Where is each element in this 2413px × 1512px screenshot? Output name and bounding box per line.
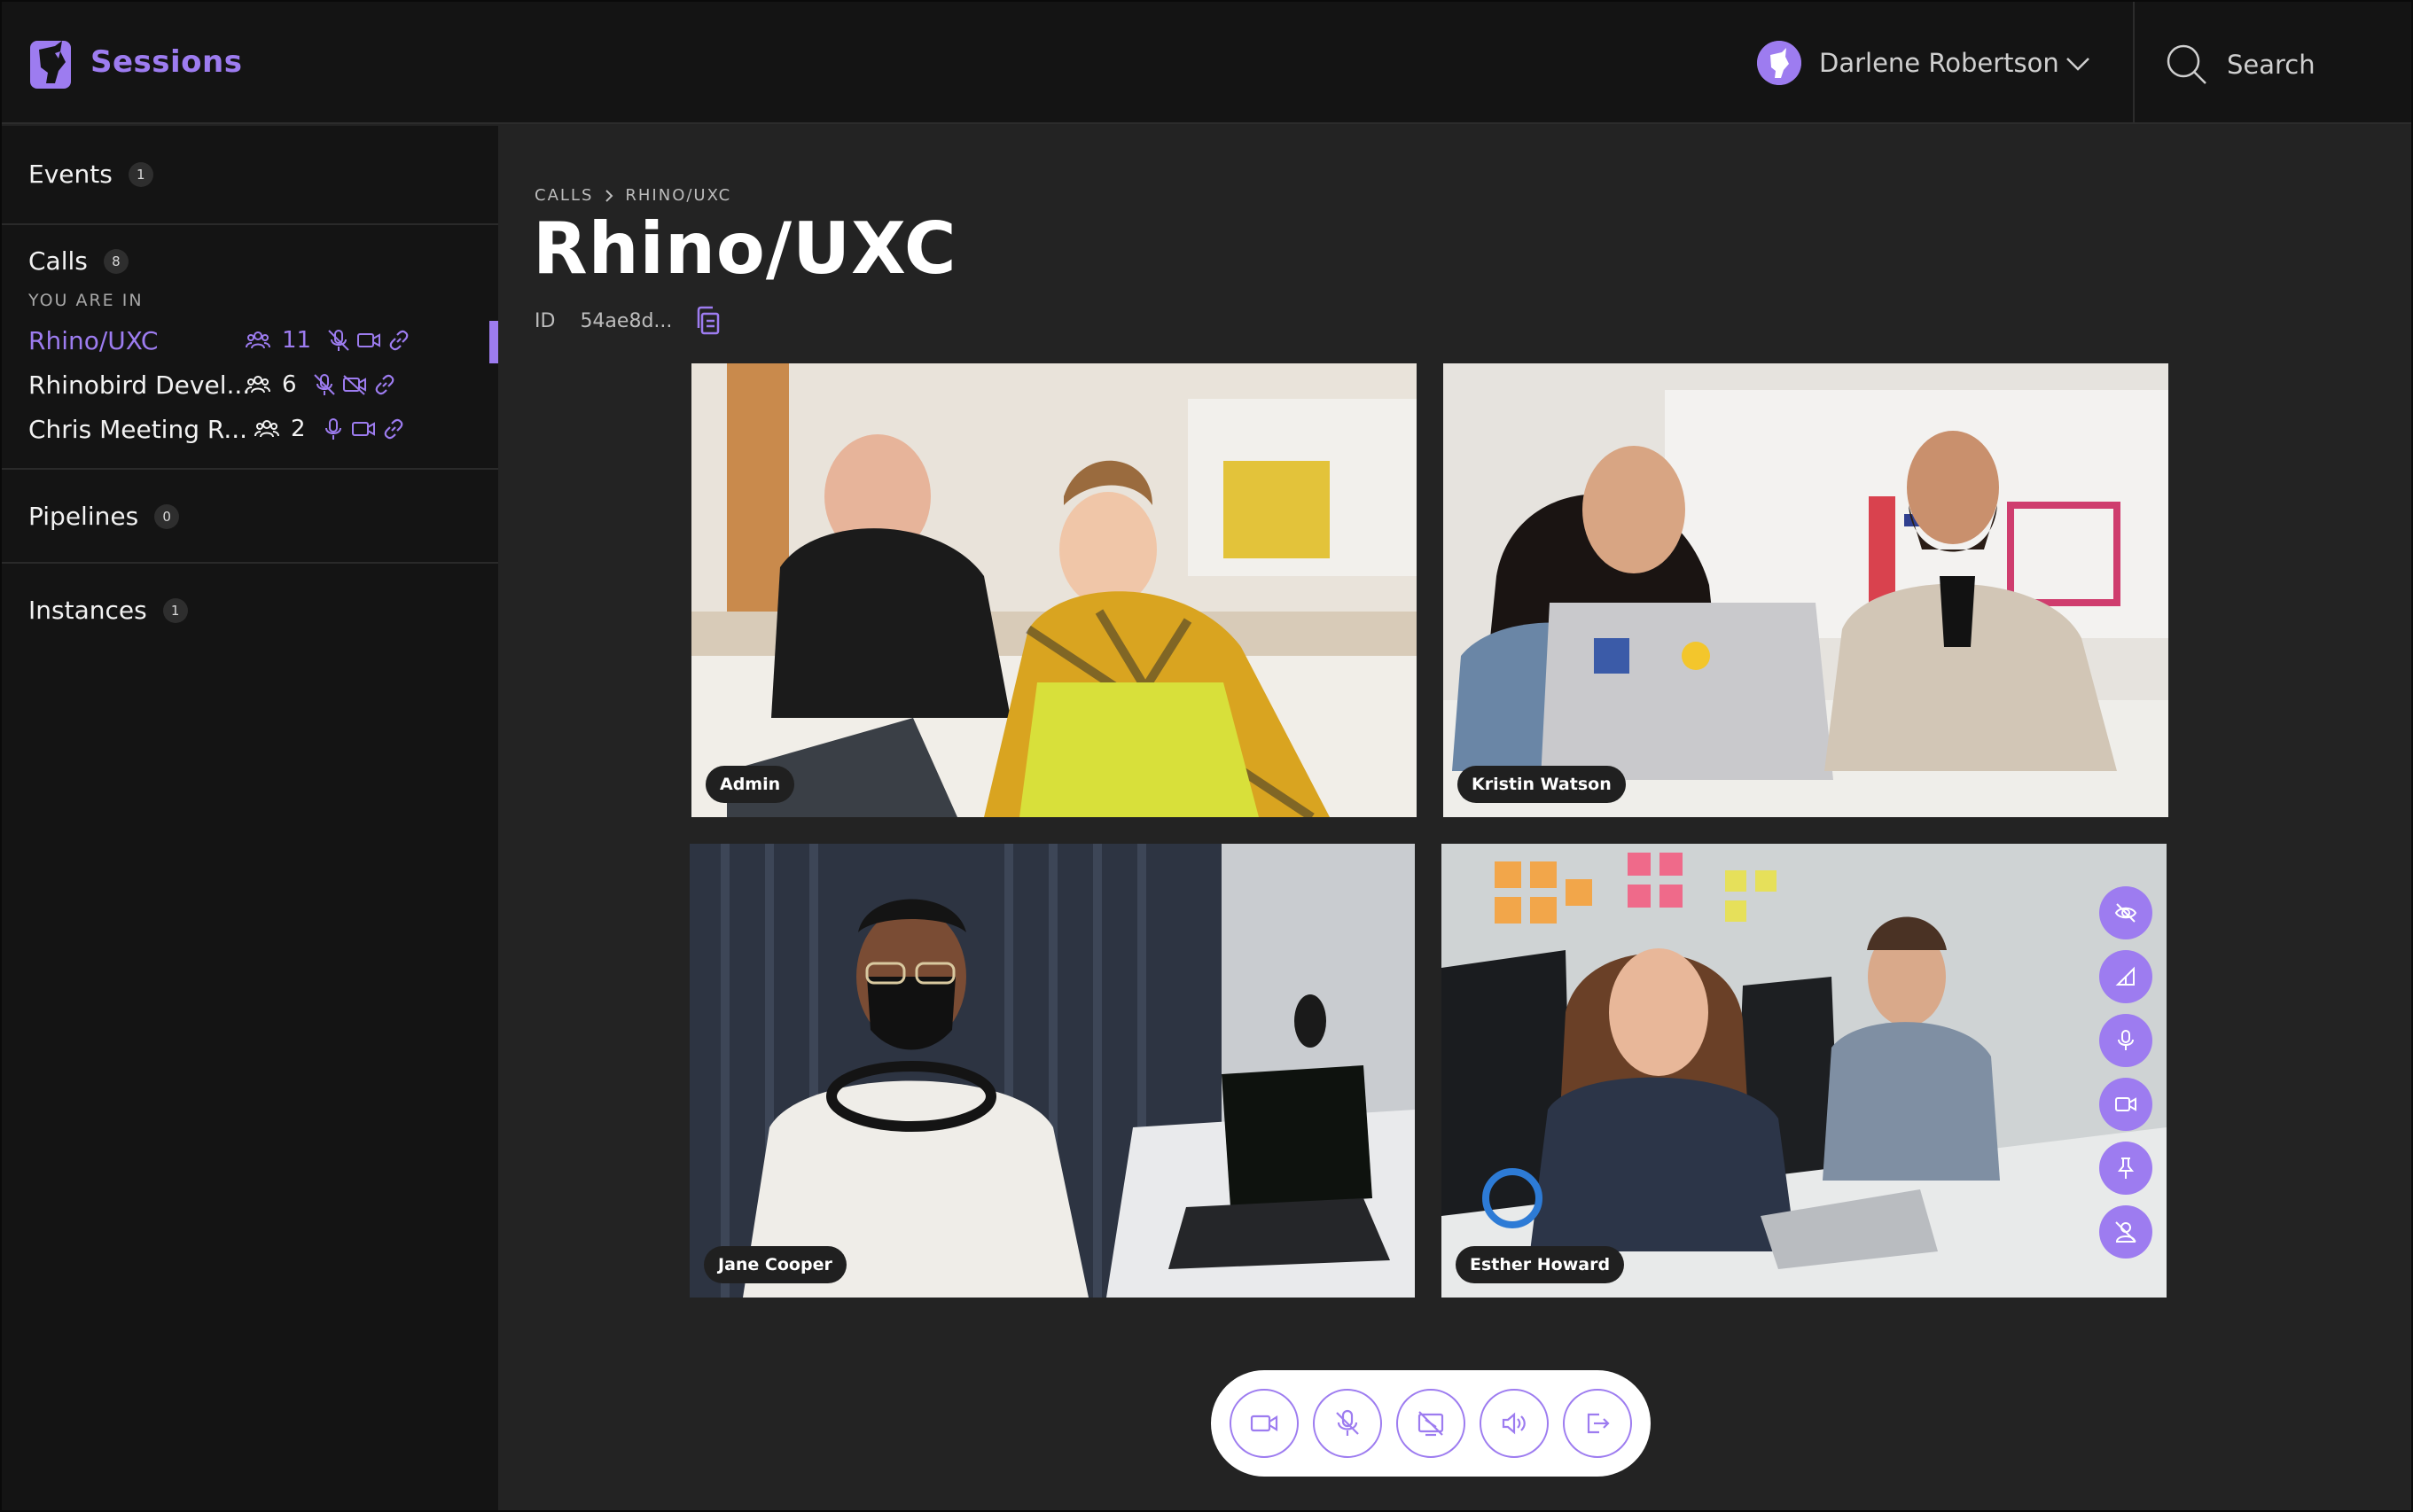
breadcrumb-current: RHINO/UXC bbox=[625, 186, 732, 205]
call-status-icons: 6 bbox=[243, 369, 400, 401]
rhino-logo-icon[interactable] bbox=[28, 37, 74, 90]
eye-off-icon bbox=[2114, 903, 2137, 923]
video-feed bbox=[1443, 363, 2168, 817]
sidebar-item-calls[interactable]: Calls 8 bbox=[28, 246, 129, 276]
mic-icon bbox=[2118, 1030, 2134, 1050]
count-badge: 0 bbox=[154, 503, 180, 529]
link-icon[interactable] bbox=[370, 370, 400, 400]
sidebar-item-pipelines[interactable]: Pipelines 0 bbox=[28, 502, 180, 531]
participant-count: 6 bbox=[282, 371, 297, 398]
call-status-icons: 2 bbox=[252, 413, 409, 445]
participants-icon bbox=[243, 325, 273, 355]
video-feed bbox=[690, 844, 1415, 1298]
sidebar-item-events[interactable]: Events 1 bbox=[28, 160, 153, 189]
app-window: Sessions Darlene Robertson Events 1 bbox=[2, 2, 2411, 1510]
participant-name: Jane Cooper bbox=[704, 1246, 847, 1283]
sidebar-section-events: Events 1 bbox=[2, 126, 498, 225]
brand-title[interactable]: Sessions bbox=[90, 44, 242, 80]
user-avatar[interactable] bbox=[1757, 41, 1801, 85]
speaker-button[interactable] bbox=[1480, 1389, 1549, 1458]
mic-icon[interactable] bbox=[318, 414, 348, 444]
user-name[interactable]: Darlene Robertson bbox=[1819, 48, 2059, 78]
video-icon bbox=[2115, 1097, 2136, 1111]
remove-user-icon bbox=[2115, 1221, 2136, 1243]
pin-button[interactable] bbox=[2099, 1142, 2152, 1195]
video-tile-jane-cooper[interactable]: Jane Cooper bbox=[690, 844, 1415, 1298]
remove-participant-button[interactable] bbox=[2099, 1205, 2152, 1259]
page-title: Rhino/UXC bbox=[533, 207, 957, 290]
call-item-rhinobird[interactable]: Rhinobird Devel... 6 bbox=[2, 365, 498, 406]
call-controls bbox=[1211, 1370, 1651, 1477]
sidebar-item-instances[interactable]: Instances 1 bbox=[28, 596, 188, 625]
video-feed bbox=[1441, 844, 2167, 1298]
pin-icon bbox=[2117, 1157, 2135, 1179]
video-tile-esther-howard[interactable]: Esther Howard bbox=[1441, 844, 2167, 1298]
count-badge: 1 bbox=[128, 161, 153, 187]
video-feed bbox=[691, 363, 1417, 817]
participant-name: Kristin Watson bbox=[1457, 766, 1626, 803]
call-status-icons: 11 bbox=[243, 324, 414, 356]
video-off-icon[interactable] bbox=[340, 370, 370, 400]
participant-count: 11 bbox=[282, 327, 312, 354]
sidebar-section-pipelines: Pipelines 0 bbox=[2, 470, 498, 564]
call-name: Rhinobird Devel... bbox=[28, 370, 251, 400]
count-badge: 8 bbox=[103, 248, 129, 274]
toggle-screen-share-button[interactable] bbox=[1396, 1389, 1465, 1458]
chevron-down-icon[interactable] bbox=[2064, 53, 2092, 74]
exit-icon bbox=[1587, 1413, 1610, 1434]
link-icon[interactable] bbox=[379, 414, 409, 444]
screen-share-off-icon bbox=[1417, 1411, 1444, 1437]
call-id-row: ID 54ae8d... bbox=[535, 305, 723, 337]
participant-name: Admin bbox=[706, 766, 795, 803]
call-name: Rhino/UXC bbox=[28, 326, 159, 355]
call-item-rhino-uxc[interactable]: Rhino/UXC 11 bbox=[2, 321, 498, 363]
you-are-in-label: YOU ARE IN bbox=[28, 291, 144, 310]
video-tile-admin[interactable]: Admin bbox=[691, 363, 1417, 817]
copy-icon[interactable] bbox=[693, 305, 723, 337]
hide-video-button[interactable] bbox=[2099, 886, 2152, 939]
participant-count: 2 bbox=[291, 416, 306, 442]
search-icon[interactable] bbox=[2165, 43, 2209, 87]
video-icon[interactable] bbox=[348, 414, 379, 444]
toggle-mic-button[interactable] bbox=[1313, 1389, 1382, 1458]
id-value: 54ae8d... bbox=[580, 309, 673, 332]
sidebar-section-calls: Calls 8 YOU ARE IN Rhino/UXC 11 Rhinobir… bbox=[2, 225, 498, 470]
sidebar: Events 1 Calls 8 YOU ARE IN Rhino/UXC 11 bbox=[2, 126, 498, 1510]
participant-name: Esther Howard bbox=[1456, 1246, 1625, 1283]
top-bar: Sessions Darlene Robertson bbox=[2, 2, 2411, 124]
count-badge: 1 bbox=[162, 597, 188, 623]
participants-icon bbox=[243, 370, 273, 400]
leave-call-button[interactable] bbox=[1563, 1389, 1632, 1458]
topbar-divider bbox=[2133, 2, 2135, 124]
participant-video-button[interactable] bbox=[2099, 1078, 2152, 1131]
video-tile-kristin-watson[interactable]: Kristin Watson bbox=[1443, 363, 2168, 817]
participants-icon bbox=[252, 414, 282, 444]
breadcrumb: CALLS RHINO/UXC bbox=[535, 186, 731, 205]
mute-participant-button[interactable] bbox=[2099, 1014, 2152, 1067]
sidebar-section-instances: Instances 1 bbox=[2, 564, 498, 656]
sidebar-item-label: Instances bbox=[28, 596, 147, 625]
sidebar-item-label: Events bbox=[28, 160, 113, 189]
crop-button[interactable] bbox=[2099, 950, 2152, 1003]
breadcrumb-calls[interactable]: CALLS bbox=[535, 186, 593, 205]
mic-off-icon bbox=[1336, 1409, 1359, 1436]
mic-off-icon[interactable] bbox=[324, 325, 354, 355]
active-indicator bbox=[489, 321, 498, 363]
call-name: Chris Meeting R... bbox=[28, 415, 248, 444]
id-label: ID bbox=[535, 309, 556, 332]
call-item-chris-meeting[interactable]: Chris Meeting R... 2 bbox=[2, 409, 498, 450]
speaker-icon bbox=[1502, 1412, 1526, 1435]
tile-action-menu bbox=[2099, 886, 2152, 1259]
link-icon[interactable] bbox=[384, 325, 414, 355]
video-icon bbox=[1250, 1415, 1278, 1432]
sidebar-item-label: Pipelines bbox=[28, 502, 139, 531]
chevron-right-icon bbox=[605, 189, 613, 202]
video-icon[interactable] bbox=[354, 325, 384, 355]
search-input[interactable] bbox=[2227, 46, 2386, 83]
crop-icon bbox=[2115, 966, 2135, 986]
toggle-video-button[interactable] bbox=[1230, 1389, 1299, 1458]
mic-off-icon[interactable] bbox=[309, 370, 340, 400]
sidebar-item-label: Calls bbox=[28, 246, 88, 276]
